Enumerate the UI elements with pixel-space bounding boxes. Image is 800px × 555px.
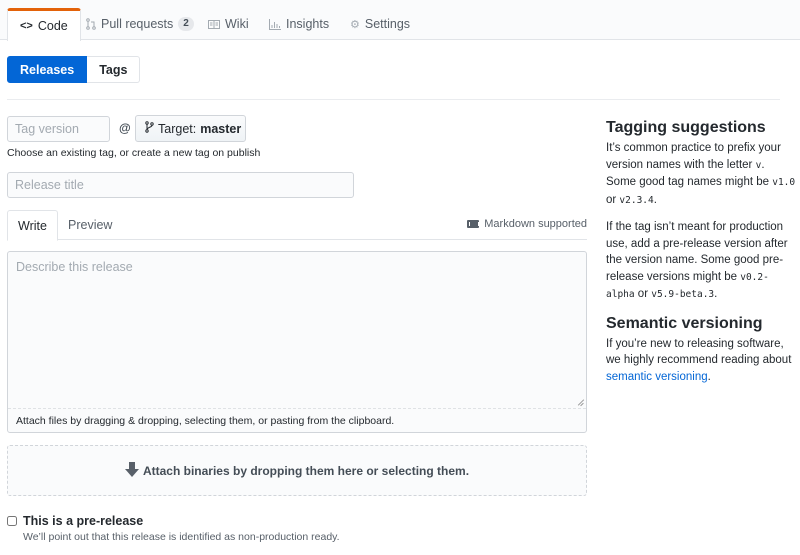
code-v2-3-4: v2.3.4 — [619, 194, 654, 206]
code-icon: <> — [20, 20, 33, 32]
tab-code-label: Code — [37, 19, 68, 33]
attach-files-hint[interactable]: Attach files by dragging & dropping, sel… — [16, 415, 394, 427]
tab-wiki-label: Wiki — [225, 17, 249, 31]
tagging-paragraph-1: It’s common practice to prefix your vers… — [606, 140, 796, 209]
resize-handle[interactable] — [576, 398, 584, 406]
code-v1-0: v1.0 — [772, 177, 796, 188]
semantic-versioning-heading: Semantic versioning — [606, 314, 763, 332]
gear-icon: ⚙ — [350, 18, 360, 31]
tagging-paragraph-2: If the tag isn’t meant for production us… — [606, 219, 796, 304]
semantic-versioning-link[interactable]: semantic versioning — [606, 371, 708, 383]
prerelease-checkbox[interactable] — [7, 516, 17, 526]
write-tab[interactable]: Write — [7, 210, 58, 241]
text: . — [653, 193, 657, 206]
book-icon — [208, 19, 220, 29]
tag-help-text: Choose an existing tag, or create a new … — [7, 147, 261, 159]
release-title-input[interactable] — [7, 172, 354, 198]
tab-code[interactable]: <> Code — [7, 8, 81, 41]
text: or — [606, 193, 620, 206]
divider — [7, 99, 780, 100]
text: or — [634, 288, 652, 300]
repo-nav: <> Code Pull requests 2 Wiki Insights ⚙ … — [0, 0, 800, 41]
arrow-down-icon — [124, 461, 139, 480]
tagging-suggestions-heading: Tagging suggestions — [606, 119, 766, 136]
tags-tab[interactable]: Tags — [87, 56, 141, 83]
semver-paragraph: If you’re new to releasing software, we … — [606, 336, 796, 386]
tag-version-input[interactable] — [7, 116, 110, 142]
target-branch-button[interactable]: Target: master — [135, 115, 246, 142]
markdown-icon — [467, 220, 480, 228]
tab-wiki[interactable]: Wiki — [196, 7, 261, 41]
tab-insights-label: Insights — [286, 17, 330, 31]
editor-tabs: Write Preview Markdown supported — [7, 210, 587, 241]
git-pull-request-icon — [86, 18, 96, 30]
tab-insights[interactable]: Insights — [257, 7, 341, 41]
tab-pull-requests[interactable]: Pull requests 2 — [74, 7, 206, 41]
release-description-box: Attach files by dragging & dropping, sel… — [7, 251, 587, 433]
dropzone-label: Attach binaries by dropping them here or… — [142, 463, 470, 478]
release-description-textarea[interactable] — [8, 252, 586, 409]
tab-settings[interactable]: ⚙ Settings — [338, 7, 422, 41]
markdown-hint[interactable]: Markdown supported — [467, 218, 587, 230]
graph-icon — [269, 18, 281, 30]
text: . — [714, 288, 718, 300]
prerelease-note: We’ll point out that this release is ide… — [23, 531, 340, 543]
target-branch-name: master — [200, 121, 242, 136]
tab-settings-label: Settings — [364, 17, 411, 31]
code-v5-9-beta-3: v5.9-beta.3 — [651, 289, 715, 300]
git-branch-icon — [145, 121, 154, 136]
tab-pull-requests-label: Pull requests — [101, 17, 174, 31]
markdown-hint-label: Markdown supported — [484, 218, 587, 230]
target-prefix: Target: — [158, 121, 197, 136]
releases-tab[interactable]: Releases — [7, 56, 88, 83]
release-sidebar: Tagging suggestions It’s common practice… — [606, 118, 796, 395]
text: If you’re new to releasing software, we … — [606, 337, 792, 367]
text: . — [707, 370, 711, 383]
releases-subnav: Releases Tags — [7, 56, 141, 83]
preview-tab[interactable]: Preview — [58, 210, 122, 240]
attach-binaries-dropzone[interactable]: Attach binaries by dropping them here or… — [7, 445, 587, 496]
prerelease-label[interactable]: This is a pre-release — [23, 514, 143, 528]
pull-requests-count: 2 — [178, 17, 194, 31]
at-symbol: @ — [119, 121, 131, 135]
